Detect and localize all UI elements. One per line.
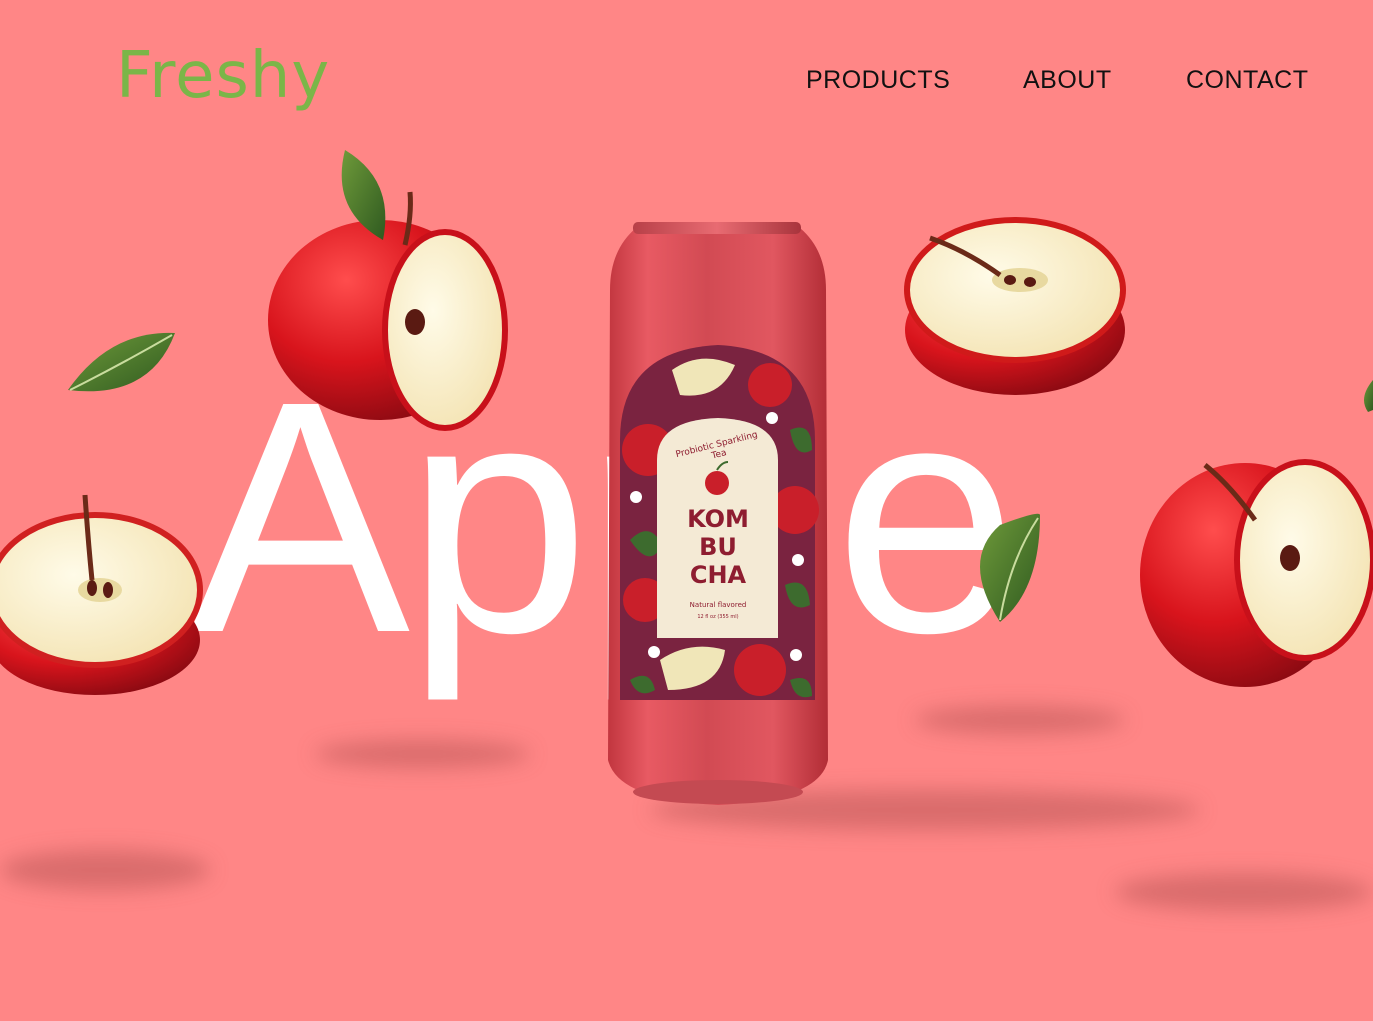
product-volume: 12 fl oz (355 ml) xyxy=(697,614,739,620)
product-flavor-note: Natural flavored xyxy=(689,601,747,609)
product-name-line2: BU xyxy=(699,533,737,561)
product-name-line1: KOM xyxy=(687,505,749,533)
product-name-line3: CHA xyxy=(689,561,747,589)
